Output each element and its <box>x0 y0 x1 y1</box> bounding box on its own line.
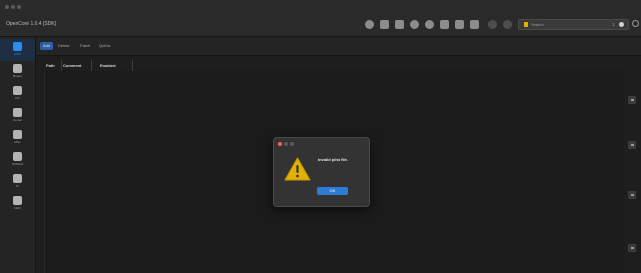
sidebar-item-label: ACPI <box>13 52 21 56</box>
sidebar: ACPI Booter DP Kernel Misc NVRAM PI UEFI <box>0 37 36 273</box>
uefi-icon <box>13 196 22 205</box>
kernel-icon <box>13 108 22 117</box>
column-header-path[interactable]: Path <box>46 60 55 71</box>
edit-row-button[interactable] <box>628 244 636 252</box>
window-icon[interactable] <box>395 20 404 29</box>
alert-message: Invalid plist file. <box>318 157 349 162</box>
column-divider <box>132 60 133 71</box>
column-header-comment[interactable]: Comment <box>63 60 81 71</box>
sidebar-item-acpi[interactable]: ACPI <box>0 39 35 61</box>
search-scope-icon <box>524 22 528 27</box>
search-icon[interactable] <box>365 20 374 29</box>
sidebar-item-label: PI <box>16 184 19 188</box>
column-divider <box>61 60 62 71</box>
search-field[interactable]: Search ↕ <box>518 19 629 30</box>
sidebar-item-label: Misc <box>14 140 21 144</box>
nvram-icon <box>13 152 22 161</box>
column-divider <box>91 60 92 71</box>
misc-icon <box>13 130 22 139</box>
deviceproperties-icon <box>13 86 22 95</box>
zoom-window-button[interactable] <box>17 5 21 9</box>
tab-delete[interactable]: Delete <box>55 42 73 50</box>
transfer-icon[interactable] <box>425 20 434 29</box>
sidebar-item-label: Booter <box>13 74 22 78</box>
search-stepper-icon[interactable]: ↕ <box>612 22 615 28</box>
clear-search-icon[interactable] <box>619 22 624 27</box>
close-window-button[interactable] <box>5 5 9 9</box>
booter-icon <box>13 64 22 73</box>
tab-quirks[interactable]: Quirks <box>96 42 114 50</box>
sidebar-item-uefi[interactable]: UEFI <box>0 193 35 215</box>
warning-icon <box>284 157 311 181</box>
toolbar: OpenCore 1.0.4 [SDK] Search ↕ <box>0 14 641 37</box>
sidebar-item-pi[interactable]: PI <box>0 171 35 193</box>
redo-icon[interactable] <box>503 20 512 29</box>
app-window: OpenCore 1.0.4 [SDK] Search ↕ ACPI Boote… <box>0 0 641 273</box>
tab-add[interactable]: Add <box>40 42 54 50</box>
sidebar-item-label: Kernel <box>13 118 22 122</box>
undo-icon[interactable] <box>488 20 497 29</box>
move-row-button[interactable] <box>628 191 636 199</box>
sidebar-item-label: UEFI <box>14 206 21 210</box>
grid-icon[interactable] <box>440 20 449 29</box>
acpi-icon <box>13 42 22 51</box>
column-header-enabled[interactable]: Enabled <box>100 60 116 71</box>
history-icon[interactable] <box>410 20 419 29</box>
alert-dialog: Invalid plist file. OK <box>273 137 370 207</box>
search-placeholder: Search <box>531 22 544 27</box>
platforminfo-icon <box>13 174 22 183</box>
sidebar-item-kernel[interactable]: Kernel <box>0 105 35 127</box>
tab-patch[interactable]: Patch <box>77 42 93 50</box>
sidebar-item-nvram[interactable]: NVRAM <box>0 149 35 171</box>
refresh-icon[interactable] <box>632 20 639 27</box>
remove-row-button[interactable] <box>628 141 636 149</box>
app-title: OpenCore 1.0.4 [SDK] <box>6 21 57 27</box>
sidebar-item-label: NVRAM <box>12 162 23 166</box>
list-icon[interactable] <box>380 20 389 29</box>
ok-button[interactable]: OK <box>317 187 348 195</box>
sidebar-item-dp[interactable]: DP <box>0 83 35 105</box>
sidebar-item-misc[interactable]: Misc <box>0 127 35 149</box>
alert-minimize-button <box>284 142 288 146</box>
save-icon[interactable] <box>470 20 479 29</box>
tab-bar: Add Delete Patch Quirks <box>36 37 641 56</box>
sidebar-item-label: DP <box>15 96 20 100</box>
title-bar <box>0 0 641 14</box>
alert-close-button[interactable] <box>278 142 282 146</box>
database-icon[interactable] <box>455 20 464 29</box>
minimize-window-button[interactable] <box>11 5 15 9</box>
add-row-button[interactable] <box>628 96 636 104</box>
alert-zoom-button <box>290 142 294 146</box>
sidebar-item-booter[interactable]: Booter <box>0 61 35 83</box>
